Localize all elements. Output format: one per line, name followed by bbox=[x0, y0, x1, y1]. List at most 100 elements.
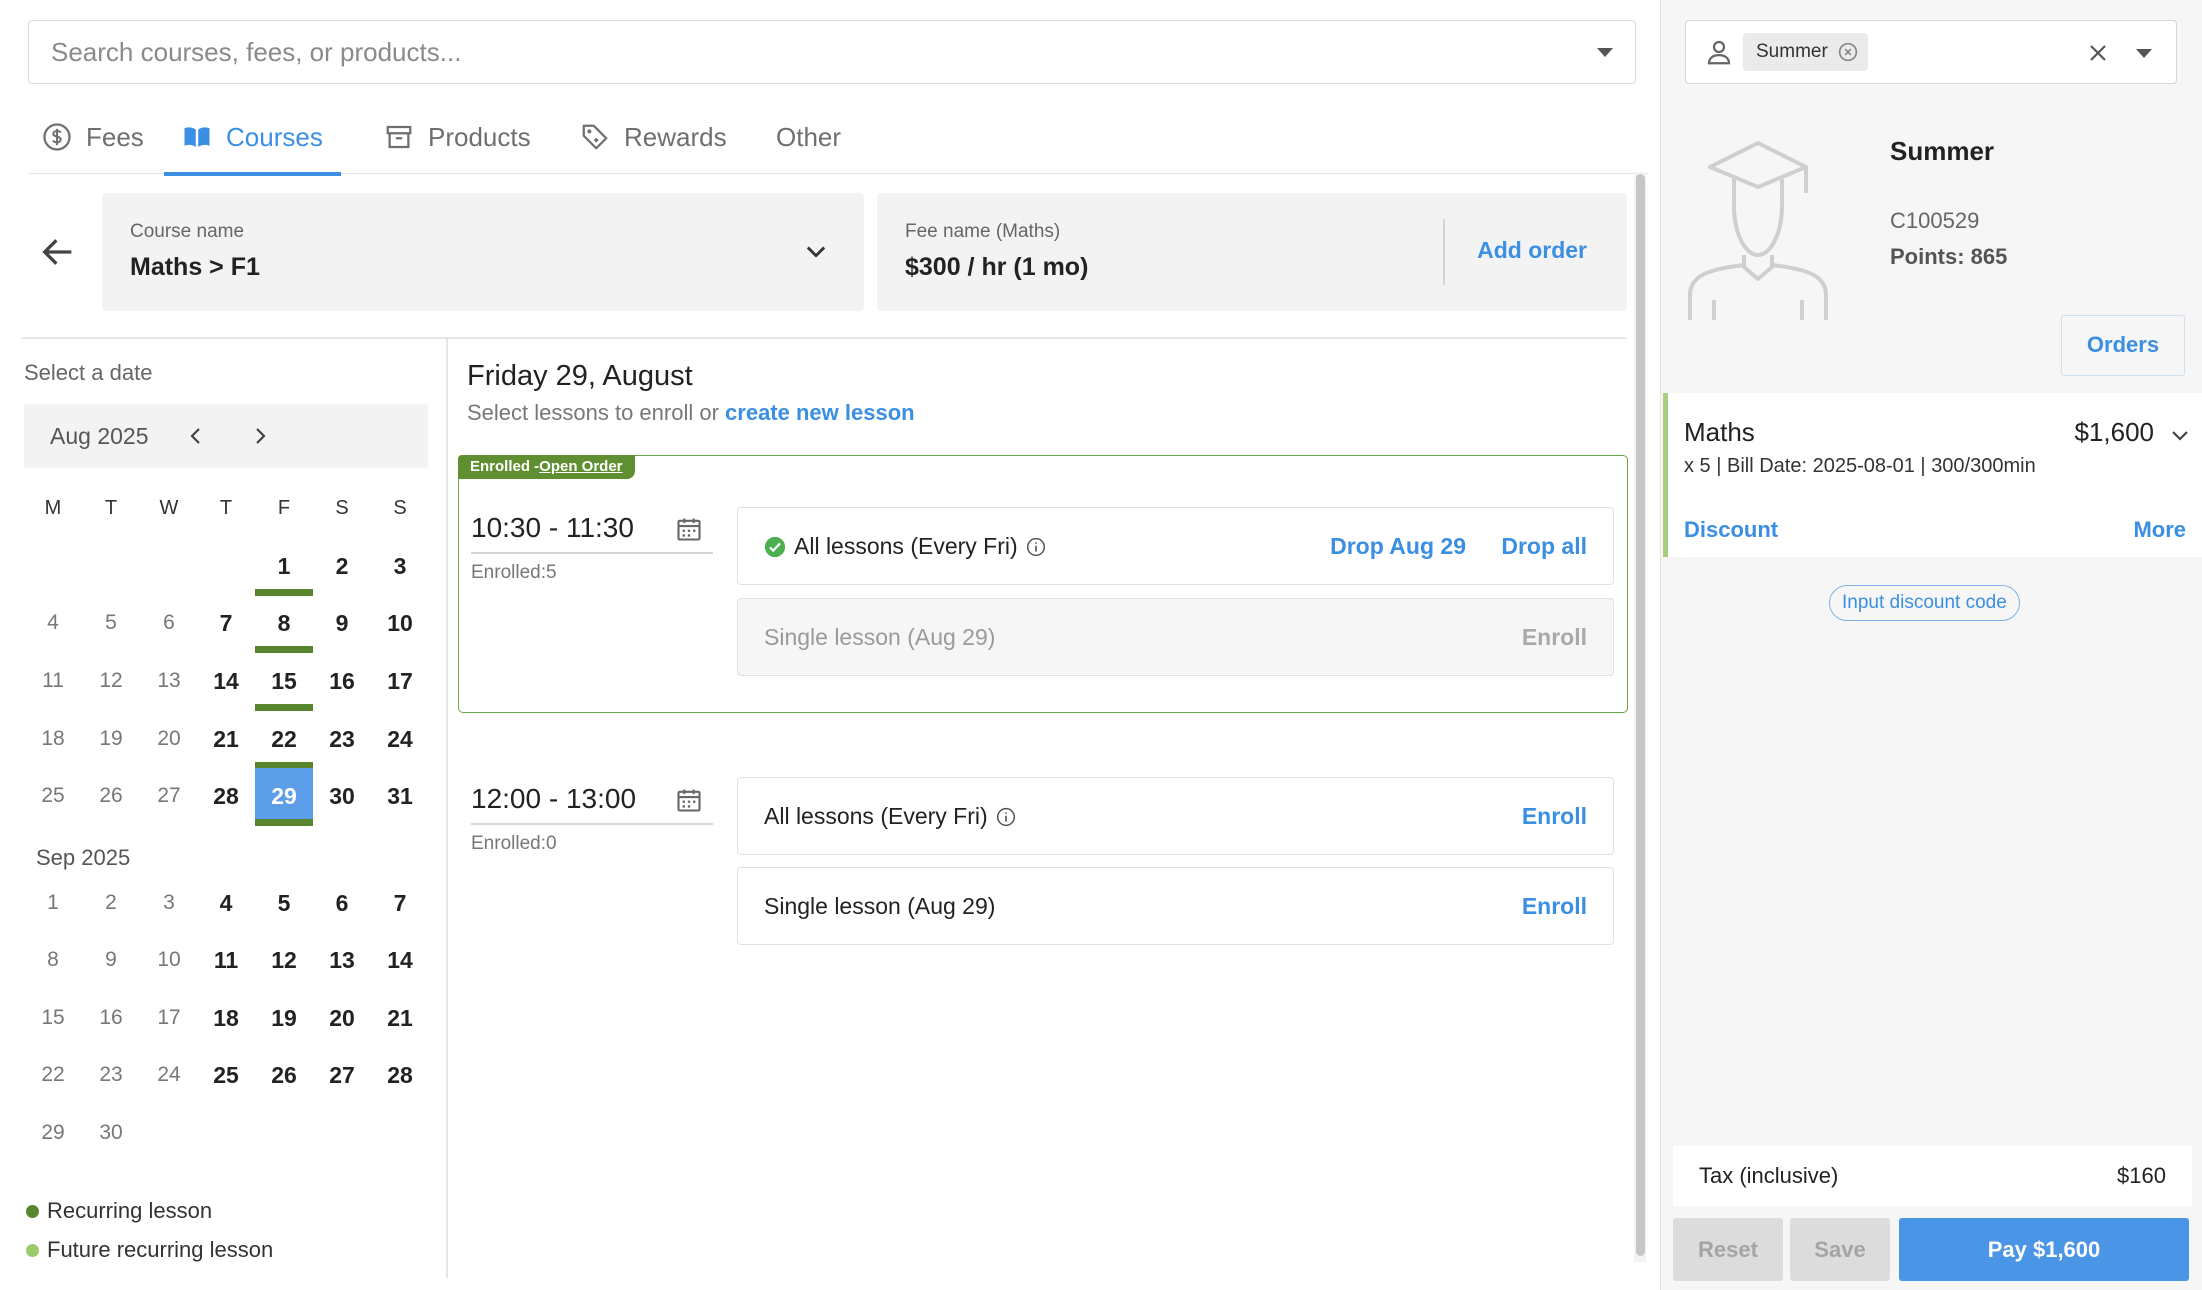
calendar-icon[interactable] bbox=[675, 786, 703, 814]
calendar-day[interactable]: 5 bbox=[255, 875, 313, 931]
calendar-day[interactable]: 26 bbox=[82, 768, 140, 824]
save-button[interactable]: Save bbox=[1790, 1218, 1890, 1281]
customer-dropdown-icon[interactable] bbox=[2136, 49, 2152, 58]
calendar-day[interactable]: 10 bbox=[371, 595, 429, 651]
calendar-day[interactable]: 19 bbox=[82, 711, 140, 767]
calendar-day[interactable]: 20 bbox=[313, 990, 371, 1046]
create-lesson-link[interactable]: create new lesson bbox=[725, 400, 915, 425]
enroll-button[interactable]: Enroll bbox=[1522, 624, 1587, 651]
calendar-day[interactable]: 3 bbox=[371, 538, 429, 594]
calendar-day[interactable]: 13 bbox=[313, 932, 371, 988]
calendar-day[interactable]: 27 bbox=[313, 1047, 371, 1103]
calendar-day[interactable]: 2 bbox=[82, 875, 140, 931]
info-icon[interactable] bbox=[1026, 537, 1046, 557]
calendar-day[interactable]: 10 bbox=[140, 932, 198, 988]
pay-button[interactable]: Pay $1,600 bbox=[1899, 1218, 2189, 1281]
calendar-day[interactable]: 30 bbox=[82, 1105, 140, 1161]
calendar-day[interactable]: 30 bbox=[313, 768, 371, 824]
open-order-link[interactable]: Open Order bbox=[539, 458, 622, 475]
calendar-day[interactable]: 20 bbox=[140, 711, 198, 767]
calendar-day[interactable]: 25 bbox=[197, 1047, 255, 1103]
add-order-button[interactable]: Add order bbox=[1477, 237, 1587, 264]
lesson-name: All lessons (Every Fri) bbox=[764, 533, 1046, 560]
calendar-day[interactable]: 27 bbox=[140, 768, 198, 824]
calendar-day[interactable]: 11 bbox=[197, 932, 255, 988]
calendar-day[interactable]: 15 bbox=[255, 653, 313, 711]
calendar-day[interactable]: 1 bbox=[24, 875, 82, 931]
calendar-day[interactable]: 24 bbox=[140, 1047, 198, 1103]
info-icon[interactable] bbox=[996, 807, 1016, 827]
calendar-day[interactable]: 2 bbox=[313, 538, 371, 594]
reset-button[interactable]: Reset bbox=[1673, 1218, 1783, 1281]
calendar-day[interactable]: 16 bbox=[82, 990, 140, 1046]
calendar-day[interactable]: 4 bbox=[24, 595, 82, 651]
calendar-day[interactable]: 22 bbox=[255, 711, 313, 769]
calendar-day[interactable]: 14 bbox=[197, 653, 255, 709]
calendar-day[interactable]: 4 bbox=[197, 875, 255, 931]
calendar-day[interactable]: 21 bbox=[371, 990, 429, 1046]
search-bar[interactable] bbox=[28, 20, 1636, 84]
calendar-day[interactable]: 9 bbox=[313, 595, 371, 651]
calendar-day[interactable]: 11 bbox=[24, 653, 82, 709]
course-select[interactable]: Course name Maths > F1 bbox=[102, 193, 864, 311]
calendar-day[interactable]: 9 bbox=[82, 932, 140, 988]
scrollbar-thumb[interactable] bbox=[1636, 174, 1645, 1256]
tab-rewards[interactable]: Rewards bbox=[580, 100, 727, 174]
drop-all-button[interactable]: Drop all bbox=[1501, 533, 1587, 560]
calendar-day[interactable]: 13 bbox=[140, 653, 198, 709]
orders-button[interactable]: Orders bbox=[2061, 315, 2185, 376]
calendar-day[interactable]: 25 bbox=[24, 768, 82, 824]
tab-other[interactable]: Other bbox=[776, 100, 841, 174]
discount-button[interactable]: Discount bbox=[1684, 517, 1778, 543]
chip-remove-icon[interactable] bbox=[1838, 42, 1858, 62]
clear-icon[interactable] bbox=[2086, 41, 2110, 65]
calendar-day[interactable]: 5 bbox=[82, 595, 140, 651]
chevron-right-icon[interactable] bbox=[248, 424, 272, 448]
calendar-day[interactable]: 22 bbox=[24, 1047, 82, 1103]
chevron-down-icon[interactable] bbox=[2168, 423, 2192, 447]
calendar-day[interactable]: 29 bbox=[24, 1105, 82, 1161]
calendar-day[interactable]: 24 bbox=[371, 711, 429, 767]
calendar-day[interactable]: 28 bbox=[371, 1047, 429, 1103]
search-dropdown-icon[interactable] bbox=[1597, 47, 1613, 57]
chevron-down-icon[interactable] bbox=[802, 237, 830, 265]
calendar-day[interactable]: 1 bbox=[255, 538, 313, 596]
calendar-day[interactable]: 18 bbox=[197, 990, 255, 1046]
calendar-day[interactable]: 6 bbox=[313, 875, 371, 931]
calendar-day[interactable]: 29 bbox=[255, 768, 313, 826]
calendar-day[interactable]: 28 bbox=[197, 768, 255, 824]
discount-code-button[interactable]: Input discount code bbox=[1829, 585, 2020, 621]
calendar-day[interactable]: 8 bbox=[24, 932, 82, 988]
calendar-day[interactable]: 6 bbox=[140, 595, 198, 651]
calendar-day[interactable]: 16 bbox=[313, 653, 371, 709]
calendar-day[interactable]: 31 bbox=[371, 768, 429, 824]
calendar-day[interactable]: 21 bbox=[197, 711, 255, 767]
more-button[interactable]: More bbox=[2133, 517, 2186, 543]
calendar-day[interactable]: 17 bbox=[140, 990, 198, 1046]
calendar-day[interactable]: 26 bbox=[255, 1047, 313, 1103]
calendar-day[interactable]: 12 bbox=[255, 932, 313, 988]
calendar-day[interactable]: 8 bbox=[255, 595, 313, 653]
calendar-day[interactable]: 15 bbox=[24, 990, 82, 1046]
calendar-day[interactable]: 18 bbox=[24, 711, 82, 767]
back-arrow-icon[interactable] bbox=[38, 232, 78, 272]
calendar-day[interactable]: 3 bbox=[140, 875, 198, 931]
customer-select[interactable]: Summer bbox=[1685, 20, 2177, 84]
calendar-day[interactable]: 12 bbox=[82, 653, 140, 709]
calendar-day[interactable]: 14 bbox=[371, 932, 429, 988]
calendar-day[interactable]: 19 bbox=[255, 990, 313, 1046]
calendar-icon[interactable] bbox=[675, 515, 703, 543]
calendar-day[interactable]: 17 bbox=[371, 653, 429, 709]
drop-date-button[interactable]: Drop Aug 29 bbox=[1330, 533, 1466, 560]
tab-courses[interactable]: Courses bbox=[164, 100, 341, 176]
tab-fees[interactable]: Fees bbox=[42, 100, 144, 174]
enroll-button[interactable]: Enroll bbox=[1522, 893, 1587, 920]
calendar-day[interactable]: 7 bbox=[371, 875, 429, 931]
enroll-button[interactable]: Enroll bbox=[1522, 803, 1587, 830]
search-input[interactable] bbox=[51, 36, 1597, 68]
tab-products[interactable]: Products bbox=[384, 100, 531, 174]
chevron-left-icon[interactable] bbox=[184, 424, 208, 448]
calendar-day[interactable]: 7 bbox=[197, 595, 255, 651]
calendar-day[interactable]: 23 bbox=[82, 1047, 140, 1103]
calendar-day[interactable]: 23 bbox=[313, 711, 371, 767]
